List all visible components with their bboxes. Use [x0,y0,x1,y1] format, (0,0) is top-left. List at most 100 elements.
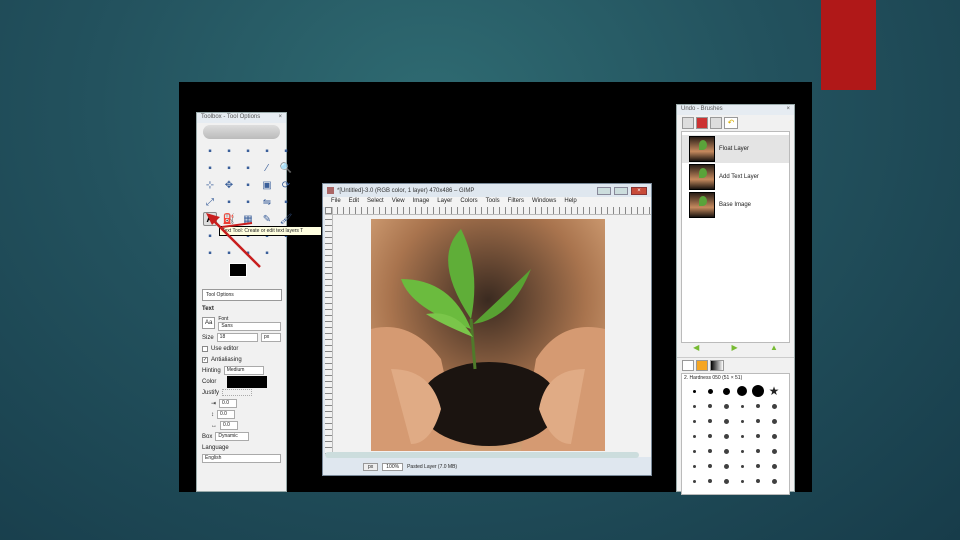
brush-item[interactable] [736,385,748,397]
tool-free-select[interactable]: ▪ [241,144,255,158]
tool-move[interactable]: ✥ [222,178,236,192]
undo-icon[interactable]: ◀ [693,343,699,357]
brush-item[interactable] [752,385,764,397]
brush-item[interactable] [720,460,732,472]
brush-item[interactable] [768,400,780,412]
menu-select[interactable]: Select [367,198,384,206]
tab-layers[interactable] [682,117,694,129]
brush-item[interactable] [752,475,764,487]
brush-item[interactable] [768,460,780,472]
brush-item[interactable] [720,415,732,427]
antialiasing-checkbox[interactable]: ✓ [202,356,208,363]
brush-item[interactable] [704,385,716,397]
brush-item[interactable] [688,475,700,487]
tab-gradients[interactable] [710,360,724,371]
brush-item[interactable] [768,430,780,442]
brush-item[interactable] [768,445,780,457]
menu-help[interactable]: Help [564,198,576,206]
close-button[interactable]: × [631,186,647,195]
brush-item[interactable] [720,400,732,412]
letter-spacing-input[interactable]: 0.0 [220,421,238,430]
tool-scissors[interactable]: ▪ [203,161,217,175]
menu-edit[interactable]: Edit [349,198,359,206]
menu-image[interactable]: Image [413,198,430,206]
tab-tool-options[interactable]: Tool Options [202,289,282,301]
brush-item[interactable] [720,445,732,457]
brush-item[interactable] [720,430,732,442]
brush-item[interactable] [688,385,700,397]
history-item[interactable]: Base Image [682,191,789,219]
brush-item[interactable] [688,460,700,472]
text-color-swatch[interactable] [227,375,268,388]
brush-item[interactable] [688,400,700,412]
brush-item[interactable] [704,430,716,442]
brush-item[interactable] [736,475,748,487]
horizontal-scrollbar[interactable] [325,452,639,458]
size-input[interactable]: 18 [216,333,258,342]
tool-ellipse-select[interactable]: ▪ [222,144,236,158]
menu-file[interactable]: File [331,198,341,206]
font-icon-button[interactable]: Aa [202,317,216,329]
tool-rotate[interactable]: ⟳ [279,178,293,192]
tool-rect-select[interactable]: ▪ [203,144,217,158]
menu-filters[interactable]: Filters [508,198,524,206]
brush-item[interactable] [688,430,700,442]
menu-tools[interactable]: Tools [486,198,500,206]
brush-item[interactable] [688,415,700,427]
brush-item[interactable] [736,415,748,427]
tool-select-by-color[interactable]: ▪ [279,144,293,158]
brush-item[interactable] [720,385,732,397]
brush-item[interactable] [704,400,716,412]
brush-item[interactable] [752,415,764,427]
close-icon[interactable]: × [278,114,282,122]
menu-colors[interactable]: Colors [460,198,477,206]
brush-item[interactable] [720,475,732,487]
size-unit-select[interactable]: px [261,333,281,342]
brush-item[interactable] [768,475,780,487]
tool-color-picker[interactable]: ⁄ [260,161,274,175]
menu-layer[interactable]: Layer [437,198,452,206]
tool-paths[interactable]: ▪ [241,161,255,175]
maximize-button[interactable] [614,186,628,195]
hinting-select[interactable]: Medium [223,366,264,375]
brush-item[interactable] [736,460,748,472]
font-input[interactable]: Sans [218,321,281,331]
line-spacing-input[interactable]: 0.0 [217,410,235,419]
tool-zoom[interactable]: 🔍 [279,161,293,175]
brush-item[interactable] [704,445,716,457]
image-canvas[interactable] [371,219,605,451]
brush-item[interactable] [752,430,764,442]
menu-windows[interactable]: Windows [532,198,556,206]
brush-item[interactable] [752,400,764,412]
tab-brushes[interactable] [682,360,694,371]
history-item[interactable]: Float Layer [682,135,789,163]
indent-input[interactable]: 0.0 [219,399,238,408]
unit-select[interactable]: px [363,463,379,471]
brush-item[interactable] [752,445,764,457]
box-select[interactable]: Dynamic [215,432,250,441]
tab-patterns[interactable] [696,360,708,371]
zoom-select[interactable]: 100% [382,463,404,471]
brush-item[interactable] [704,415,716,427]
close-icon[interactable]: × [786,106,790,114]
brush-item[interactable] [704,475,716,487]
brush-item[interactable] [704,460,716,472]
brush-item[interactable] [736,400,748,412]
tool-crop[interactable]: ▣ [260,178,274,192]
menu-view[interactable]: View [392,198,405,206]
tab-undo[interactable]: ↶ [724,117,738,129]
tab-paths[interactable] [710,117,722,129]
tool-foreground-select[interactable]: ▪ [222,161,236,175]
language-input[interactable]: English [202,454,281,463]
justify-buttons[interactable] [222,389,253,396]
history-item[interactable]: Add Text Layer [682,163,789,191]
tool-cage[interactable]: ▪ [279,195,293,209]
clear-history-icon[interactable]: ▲ [770,343,778,357]
tab-channels[interactable] [696,117,708,129]
brush-item[interactable] [688,445,700,457]
brush-item[interactable] [752,460,764,472]
brush-item[interactable] [736,445,748,457]
redo-icon[interactable]: ▶ [732,343,738,357]
tool-align[interactable]: ▪ [241,178,255,192]
brush-item[interactable] [736,430,748,442]
